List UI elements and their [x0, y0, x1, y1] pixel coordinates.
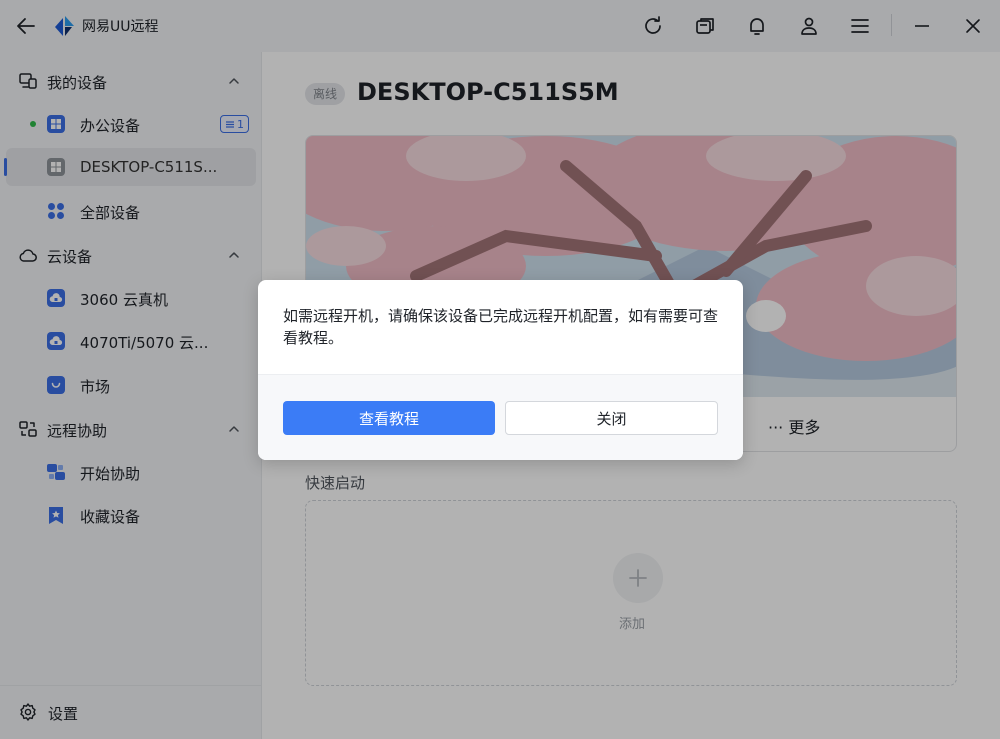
dialog-message: 如需远程开机，请确保该设备已完成远程开机配置，如有需要可查看教程。: [283, 307, 719, 347]
view-tutorial-button[interactable]: 查看教程: [283, 401, 495, 435]
dialog-footer: 查看教程 关闭: [258, 374, 743, 460]
remote-boot-dialog: 如需远程开机，请确保该设备已完成远程开机配置，如有需要可查看教程。 查看教程 关…: [258, 280, 743, 460]
close-dialog-button[interactable]: 关闭: [505, 401, 718, 435]
